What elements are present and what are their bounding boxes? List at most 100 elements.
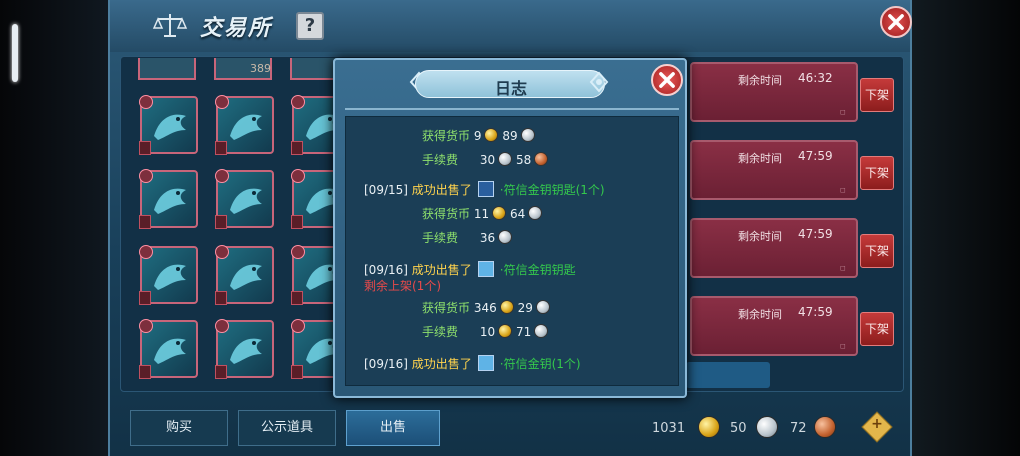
inventory-slot[interactable]: [139, 245, 198, 305]
fee-line: 手续费 36: [422, 229, 513, 246]
ornament-right-icon: [589, 71, 609, 93]
listing-card[interactable]: 剩余时间 47:59 ◻: [690, 296, 858, 356]
close-window-button[interactable]: [880, 6, 912, 38]
dragon-item-icon: [230, 188, 262, 214]
income-line: 获得货币 346 29: [422, 299, 550, 316]
item-icon: [477, 261, 494, 277]
item-name: ·符信金钥(1个): [499, 357, 581, 371]
unlist-button[interactable]: 下架: [860, 78, 894, 112]
title-bar: 交易所 ?: [110, 0, 912, 52]
inventory-slot[interactable]: [215, 245, 274, 305]
fee-silver: 30: [479, 153, 496, 167]
log-list[interactable]: 获得货币 9 89 手续费 30 58 [09/15] 成功出售了 ·符信金钥钥匙…: [345, 116, 679, 386]
divider: [345, 108, 679, 110]
confirm-bar[interactable]: [686, 362, 770, 388]
log-dialog: 日志 获得货币 9 89 手续费 30 58 [09/15] 成功出售了 ·符信金…: [333, 58, 687, 398]
silver-coin-icon: [520, 128, 535, 142]
silver-coin-icon: [528, 206, 543, 220]
item-name: ·符信金钥钥匙: [499, 263, 576, 277]
listing-time-label: 剩余时间: [738, 152, 782, 165]
fee-label: 手续费: [422, 231, 459, 245]
tab-public-items[interactable]: 公示道具: [238, 410, 336, 446]
income-gold: 346: [473, 301, 497, 315]
listing-corner-icon: ◻: [840, 264, 846, 272]
listing-corner-icon: ◻: [840, 108, 846, 116]
gold-amount: 1031: [652, 421, 686, 436]
sale-line: [09/15] 成功出售了 ·符信金钥钥匙(1个): [364, 181, 605, 198]
inventory-slot[interactable]: [139, 169, 198, 229]
list-fade: [346, 371, 678, 385]
fee-copper: 58: [515, 153, 532, 167]
scale-icon: [152, 14, 188, 37]
scene-right: [910, 0, 1020, 456]
item-icon: [477, 181, 494, 197]
dragon-item-icon: [154, 338, 186, 364]
income-label: 获得货币: [422, 129, 471, 143]
dragon-item-icon: [154, 188, 186, 214]
gold-coin-icon: [698, 416, 720, 438]
fee-line: 手续费 10 71: [422, 323, 549, 340]
listing-time-value: 47:59: [798, 227, 833, 241]
bottom-bar: 购买 公示道具 出售 1031 50 72 +: [120, 402, 904, 452]
sold-label: 成功出售了: [411, 357, 472, 371]
copper-coin-icon: [534, 152, 549, 166]
side-scroll-handle[interactable]: [12, 24, 18, 82]
log-date: [09/15]: [364, 183, 408, 197]
inventory-slot[interactable]: [139, 319, 198, 379]
inventory-slot[interactable]: [139, 95, 198, 155]
income-label: 获得货币: [422, 301, 471, 315]
gold-coin-icon: [484, 128, 499, 142]
plus-icon: +: [871, 416, 883, 432]
silver-amount: 50: [730, 421, 747, 436]
income-gold: 9: [473, 129, 482, 143]
listing-card[interactable]: 剩余时间 47:59 ◻: [690, 218, 858, 278]
fee-silver: 71: [515, 325, 532, 339]
fee-gold: 10: [479, 325, 496, 339]
dragon-item-icon: [154, 264, 186, 290]
copper-amount: 72: [790, 421, 807, 436]
listing-card[interactable]: 剩余时间 47:59 ◻: [690, 140, 858, 200]
fee-label: 手续费: [422, 325, 459, 339]
unlist-button[interactable]: 下架: [860, 312, 894, 346]
remaining-listing: 剩余上架(1个): [364, 279, 441, 293]
dialog-header: 日志: [415, 70, 605, 98]
dragon-item-icon: [230, 264, 262, 290]
inventory-slot[interactable]: [215, 169, 274, 229]
silver-coin-icon: [534, 324, 549, 338]
unlist-button[interactable]: 下架: [860, 156, 894, 190]
income-line: 获得货币 11 64: [422, 205, 543, 222]
listing-time-label: 剩余时间: [738, 230, 782, 243]
gold-coin-icon: [498, 324, 513, 338]
income-silver: 29: [517, 301, 533, 315]
listing-card[interactable]: 剩余时间 46:32 ◻: [690, 62, 858, 122]
fee-line: 手续费 30 58: [422, 151, 549, 168]
unlist-button[interactable]: 下架: [860, 234, 894, 268]
partial-slot[interactable]: [138, 58, 196, 80]
tab-buy[interactable]: 购买: [130, 410, 228, 446]
sale-line: [09/16] 成功出售了 ·符信金钥(1个): [364, 355, 581, 372]
gold-coin-icon: [492, 206, 507, 220]
income-label: 获得货币: [422, 207, 471, 221]
inventory-slot[interactable]: [215, 95, 274, 155]
sale-line: [09/16] 成功出售了 ·符信金钥钥匙: [364, 261, 576, 278]
item-name: ·符信金钥钥匙(1个): [499, 183, 605, 197]
log-date: [09/16]: [364, 357, 408, 371]
tab-sell[interactable]: 出售: [346, 410, 440, 446]
fee-silver: 36: [479, 231, 496, 245]
silver-coin-icon: [535, 300, 550, 314]
remaining-line: 剩余上架(1个): [364, 277, 441, 294]
dragon-item-icon: [230, 114, 262, 140]
gold-coin-icon: [499, 300, 514, 314]
fee-label: 手续费: [422, 153, 459, 167]
close-dialog-button[interactable]: [651, 64, 683, 96]
listing-time-value: 47:59: [798, 149, 833, 163]
help-button[interactable]: ?: [296, 12, 324, 40]
dialog-title: 日志: [494, 79, 527, 98]
window-title: 交易所: [200, 16, 273, 41]
income-line: 获得货币 9 89: [422, 127, 535, 144]
dragon-item-icon: [230, 338, 262, 364]
inventory-slot[interactable]: [215, 319, 274, 379]
listing-time-label: 剩余时间: [738, 308, 782, 321]
top-count: 389: [250, 62, 271, 75]
income-silver: 64: [509, 207, 526, 221]
